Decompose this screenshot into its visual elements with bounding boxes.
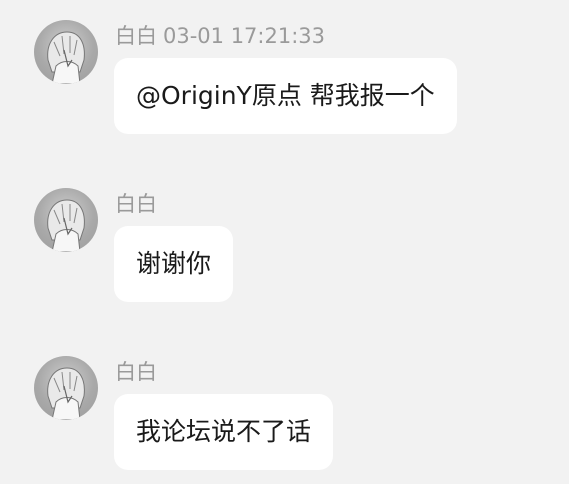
- avatar[interactable]: [34, 20, 98, 84]
- message-bubble[interactable]: @OriginY原点 帮我报一个: [114, 58, 457, 134]
- anime-avatar-icon: [47, 367, 85, 420]
- avatar[interactable]: [34, 356, 98, 420]
- anime-avatar-icon: [47, 199, 85, 252]
- sender-name: 白白: [115, 24, 157, 48]
- message-meta: 白白 03-01 17:21:33: [115, 22, 325, 50]
- message-meta: 白白: [115, 190, 157, 218]
- message-meta: 白白: [115, 358, 157, 386]
- sender-name: 白白: [115, 360, 157, 384]
- chat-message-list: 白白 03-01 17:21:33 @OriginY原点 帮我报一个 白白 谢谢你: [0, 0, 569, 484]
- anime-avatar-icon: [47, 31, 85, 84]
- avatar[interactable]: [34, 188, 98, 252]
- message-bubble[interactable]: 我论坛说不了话: [114, 394, 334, 470]
- sender-name: 白白: [115, 192, 157, 216]
- message-bubble[interactable]: 谢谢你: [114, 226, 234, 302]
- message-time: 03-01 17:21:33: [163, 24, 326, 48]
